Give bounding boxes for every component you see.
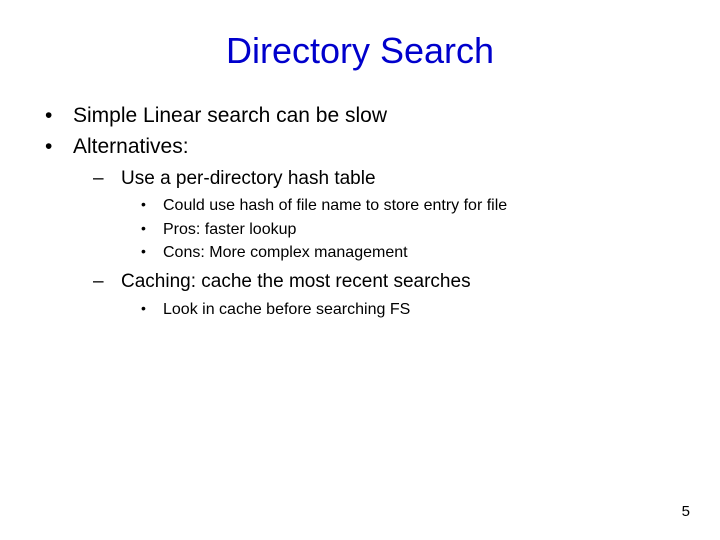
slide: Directory Search Simple Linear search ca… — [0, 0, 720, 540]
bullet-text: Pros: faster lookup — [163, 221, 296, 238]
bullet-level1: Alternatives: Use a per-directory hash t… — [45, 133, 690, 320]
bullet-level2: Use a per-directory hash table Could use… — [93, 167, 690, 264]
page-number: 5 — [682, 503, 690, 520]
bullet-sublist: Use a per-directory hash table Could use… — [93, 167, 690, 321]
bullet-text: Could use hash of file name to store ent… — [163, 197, 507, 214]
bullet-text: Caching: cache the most recent searches — [121, 271, 471, 292]
bullet-level3: Pros: faster lookup — [141, 219, 690, 241]
slide-title: Directory Search — [30, 30, 690, 72]
bullet-text: Look in cache before searching FS — [163, 301, 410, 318]
bullet-text: Cons: More complex management — [163, 244, 408, 261]
bullet-list: Simple Linear search can be slow Alterna… — [45, 102, 690, 320]
bullet-level3: Look in cache before searching FS — [141, 299, 690, 321]
bullet-level3: Could use hash of file name to store ent… — [141, 195, 690, 217]
bullet-sublist: Could use hash of file name to store ent… — [141, 195, 690, 264]
bullet-text: Use a per-directory hash table — [121, 168, 376, 189]
bullet-level1: Simple Linear search can be slow — [45, 102, 690, 129]
bullet-sublist: Look in cache before searching FS — [141, 299, 690, 321]
bullet-text: Alternatives: — [73, 135, 189, 158]
bullet-level3: Cons: More complex management — [141, 242, 690, 264]
bullet-level2: Caching: cache the most recent searches … — [93, 270, 690, 320]
bullet-text: Simple Linear search can be slow — [73, 104, 387, 127]
